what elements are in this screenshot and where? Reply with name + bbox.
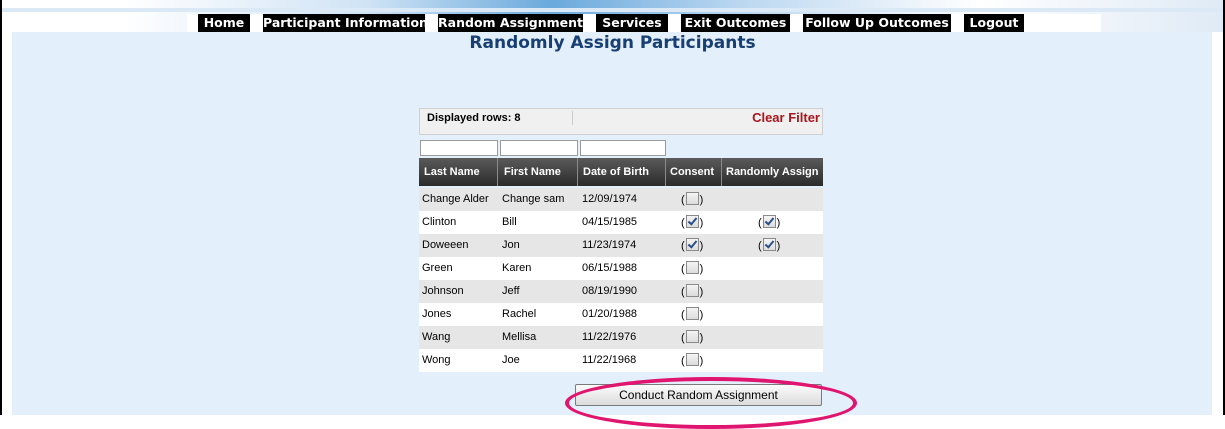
dob-cell: 01/20/1988 <box>582 308 638 320</box>
consent-checkbox-wrapper: () <box>681 237 703 255</box>
consent-checkbox-wrapper: () <box>681 352 703 370</box>
filter-dob-input[interactable] <box>580 140 666 156</box>
nav-random-assignment[interactable]: Random Assignment <box>438 14 583 32</box>
paren-open: ( <box>681 240 685 252</box>
toolbar-divider <box>572 111 573 125</box>
consent-checkbox[interactable] <box>685 353 699 366</box>
clear-filter-link[interactable]: Clear Filter <box>752 110 820 125</box>
table-row: Change Alder Change sam 12/09/1974 () <box>419 188 823 211</box>
randomly-assign-checkbox[interactable] <box>762 238 776 251</box>
paren-close: ) <box>776 240 781 252</box>
dob-cell: 11/22/1976 <box>582 331 637 343</box>
last-name-cell: Change Alder <box>422 193 489 205</box>
first-name-cell: Mellisa <box>502 331 537 343</box>
paren-close: ) <box>699 332 704 344</box>
last-name-cell: Jones <box>422 308 452 320</box>
dob-cell: 12/09/1974 <box>582 193 638 205</box>
nav-follow-up-outcomes[interactable]: Follow Up Outcomes <box>803 14 951 32</box>
paren-open: ( <box>681 309 685 321</box>
consent-checkbox[interactable] <box>685 284 699 297</box>
consent-checkbox[interactable] <box>685 192 699 205</box>
first-name-cell: Rachel <box>502 308 537 320</box>
paren-close: ) <box>699 355 704 367</box>
paren-open: ( <box>681 286 685 298</box>
displayed-rows-label: Displayed rows: 8 <box>427 112 521 124</box>
column-header-last-name[interactable]: Last Name <box>419 158 498 186</box>
dob-cell: 11/22/1968 <box>582 354 637 366</box>
dob-cell: 08/19/1990 <box>582 285 638 297</box>
first-name-cell: Jon <box>502 239 520 251</box>
table-row: Johnson Jeff 08/19/1990 () <box>419 280 823 303</box>
randomly-assign-checkbox[interactable] <box>762 215 776 228</box>
consent-checkbox[interactable] <box>685 261 699 274</box>
consent-checkbox-wrapper: () <box>681 214 703 232</box>
last-name-cell: Wang <box>422 331 451 343</box>
last-name-cell: Doweeen <box>422 239 469 251</box>
paren-open: ( <box>681 194 685 206</box>
nav-home[interactable]: Home <box>198 14 250 32</box>
last-name-cell: Green <box>422 262 453 274</box>
first-name-cell: Karen <box>502 262 532 274</box>
paren-close: ) <box>776 217 781 229</box>
paren-open: ( <box>681 332 685 344</box>
first-name-cell: Jeff <box>502 285 520 297</box>
filter-last-name-input[interactable] <box>420 140 498 156</box>
consent-checkbox[interactable] <box>685 330 699 343</box>
paren-close: ) <box>699 286 704 298</box>
nav-services[interactable]: Services <box>596 14 668 32</box>
table-row: Wang Mellisa 11/22/1976 () <box>419 326 823 349</box>
paren-close: ) <box>699 263 704 275</box>
column-header-date-of-birth[interactable]: Date of Birth <box>578 158 666 186</box>
last-name-cell: Wong <box>422 354 451 366</box>
header-strip <box>2 8 1223 12</box>
paren-open: ( <box>758 240 762 252</box>
consent-checkbox-wrapper: () <box>681 283 703 301</box>
column-header-randomly-assign[interactable]: Randomly Assign <box>722 158 823 186</box>
consent-checkbox[interactable] <box>685 238 699 251</box>
first-name-cell: Change sam <box>502 193 565 205</box>
column-header-first-name[interactable]: First Name <box>498 158 578 186</box>
consent-checkbox-wrapper: () <box>681 306 703 324</box>
randomly-assign-checkbox-wrapper: () <box>758 237 780 255</box>
consent-checkbox-wrapper: () <box>681 260 703 278</box>
consent-checkbox[interactable] <box>685 215 699 228</box>
table-row: Green Karen 06/15/1988 () <box>419 257 823 280</box>
table-row: Wong Joe 11/22/1968 () <box>419 349 823 372</box>
consent-checkbox-wrapper: () <box>681 329 703 347</box>
first-name-cell: Joe <box>502 354 520 366</box>
randomly-assign-checkbox-wrapper: () <box>758 214 780 232</box>
first-name-cell: Bill <box>502 216 517 228</box>
consent-checkbox[interactable] <box>685 307 699 320</box>
consent-checkbox-wrapper: () <box>681 191 703 209</box>
nav-logout[interactable]: Logout <box>964 14 1024 32</box>
dob-cell: 11/23/1974 <box>582 239 637 251</box>
filter-first-name-input[interactable] <box>500 140 578 156</box>
nav-exit-outcomes[interactable]: Exit Outcomes <box>681 14 790 32</box>
last-name-cell: Clinton <box>422 216 457 228</box>
paren-close: ) <box>699 309 704 321</box>
dob-cell: 04/15/1985 <box>582 216 638 228</box>
page-title: Randomly Assign Participants <box>469 33 756 53</box>
last-name-cell: Johnson <box>422 285 464 297</box>
paren-open: ( <box>758 217 762 229</box>
table-row: Jones Rachel 01/20/1988 () <box>419 303 823 326</box>
nav-participant-information[interactable]: Participant Information <box>263 14 428 32</box>
paren-open: ( <box>681 217 685 229</box>
paren-open: ( <box>681 263 685 275</box>
table-row: Clinton Bill 04/15/1985()() <box>419 211 823 234</box>
table-row: Doweeen Jon 11/23/1974()() <box>419 234 823 257</box>
column-header-consent[interactable]: Consent <box>666 158 722 186</box>
dob-cell: 06/15/1988 <box>582 262 638 274</box>
paren-close: ) <box>699 217 704 229</box>
paren-close: ) <box>699 194 704 206</box>
paren-open: ( <box>681 355 685 367</box>
paren-close: ) <box>699 240 704 252</box>
conduct-random-assignment-button[interactable]: Conduct Random Assignment <box>575 384 822 406</box>
